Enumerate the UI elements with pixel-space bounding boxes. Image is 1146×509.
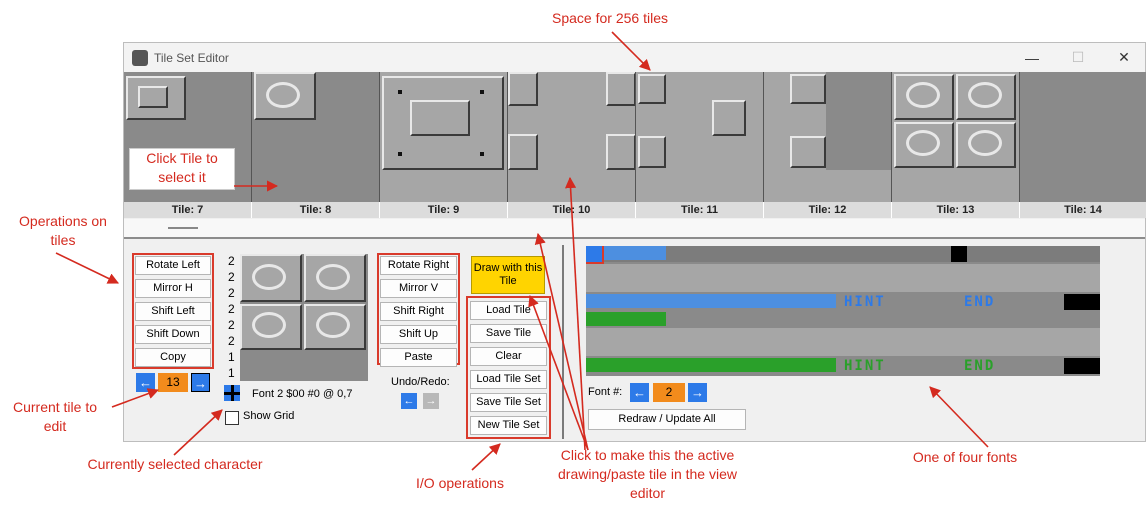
annotation-arrows [55,31,989,471]
